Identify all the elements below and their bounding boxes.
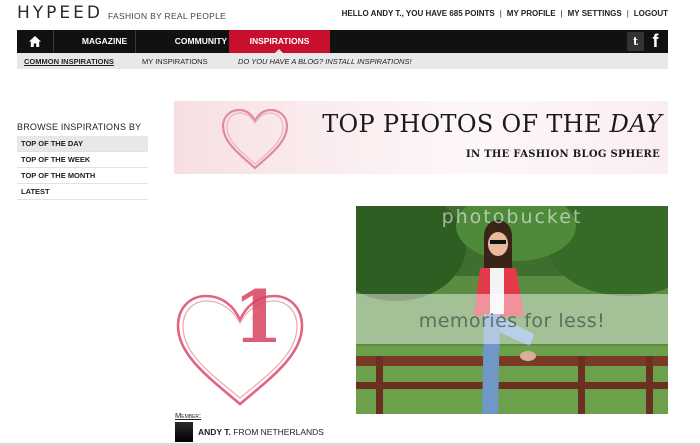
sidebar-item-top-of-the-day[interactable]: TOP OF THE DAY <box>17 136 148 152</box>
home-icon <box>29 36 41 47</box>
separator: | <box>499 9 502 18</box>
nav-divider <box>135 30 136 53</box>
member-name-line: ANDY T. FROM NETHERLANDS <box>198 427 324 437</box>
member-location: FROM NETHERLANDS <box>233 427 324 437</box>
user-nav: HELLO ANDY T., YOU HAVE 685 POINTS | MY … <box>342 9 668 18</box>
avatar[interactable] <box>175 422 193 442</box>
sidebar-item-top-of-the-month[interactable]: TOP OF THE MONTH <box>17 168 148 184</box>
subnav-install-inspirations[interactable]: DO YOU HAVE A BLOG? INSTALL INSPIRATIONS… <box>238 57 412 66</box>
site-tagline: FASHION BY REAL PEOPLE <box>108 11 227 21</box>
logout-link[interactable]: LOGOUT <box>634 9 668 18</box>
my-settings-link[interactable]: MY SETTINGS <box>568 9 622 18</box>
top-photo[interactable]: photobucket memories for less! <box>356 206 668 414</box>
twitter-icon[interactable]: t <box>627 32 644 51</box>
subnav-my-inspirations[interactable]: MY INSPIRATIONS <box>142 57 208 66</box>
rank-number: 1 <box>233 274 283 359</box>
banner-title-emphasis: DAY <box>609 110 662 138</box>
separator: | <box>626 9 629 18</box>
sub-nav: COMMON INSPIRATIONS MY INSPIRATIONS DO Y… <box>17 53 668 69</box>
heart-icon <box>221 108 289 170</box>
subnav-common-inspirations[interactable]: COMMON INSPIRATIONS <box>24 57 114 66</box>
top-photos-banner: TOP PHOTOS OF THE DAY IN THE FASHION BLO… <box>174 101 668 174</box>
nav-magazine[interactable]: MAGAZINE <box>54 30 155 53</box>
nav-inspirations[interactable]: INSPIRATIONS <box>229 30 330 53</box>
member-name[interactable]: ANDY T. <box>198 427 231 437</box>
photo-watermark-top: photobucket <box>441 206 583 228</box>
separator: | <box>560 9 563 18</box>
member-label: Member: <box>175 411 202 420</box>
rank-heart-icon: 1 <box>176 274 304 406</box>
main-nav: MAGAZINE COMMUNITY INSPIRATIONS t f <box>17 30 668 53</box>
nav-inspirations-label: INSPIRATIONS <box>249 36 310 46</box>
photo-watermark-text: memories for less! <box>418 310 606 332</box>
user-greeting: HELLO ANDY T., YOU HAVE 685 POINTS <box>341 9 495 18</box>
top-bar: HYPEED FASHION BY REAL PEOPLE HELLO ANDY… <box>0 0 700 30</box>
site-logo[interactable]: HYPEED <box>17 3 103 23</box>
banner-title: TOP PHOTOS OF THE DAY <box>322 110 662 138</box>
sidebar-item-latest[interactable]: LATEST <box>17 184 148 200</box>
sidebar-item-top-of-the-week[interactable]: TOP OF THE WEEK <box>17 152 148 168</box>
banner-title-main: TOP PHOTOS OF THE <box>322 110 602 138</box>
browse-sidebar: BROWSE INSPIRATIONS BY TOP OF THE DAY TO… <box>17 122 148 200</box>
sidebar-title: BROWSE INSPIRATIONS BY <box>17 122 142 132</box>
photo-watermark-band: memories for less! <box>356 294 668 344</box>
banner-subtitle: IN THE FASHION BLOG SPHERE <box>465 149 660 160</box>
nav-home[interactable] <box>17 30 53 53</box>
my-profile-link[interactable]: MY PROFILE <box>507 9 556 18</box>
facebook-icon[interactable]: f <box>647 32 664 51</box>
